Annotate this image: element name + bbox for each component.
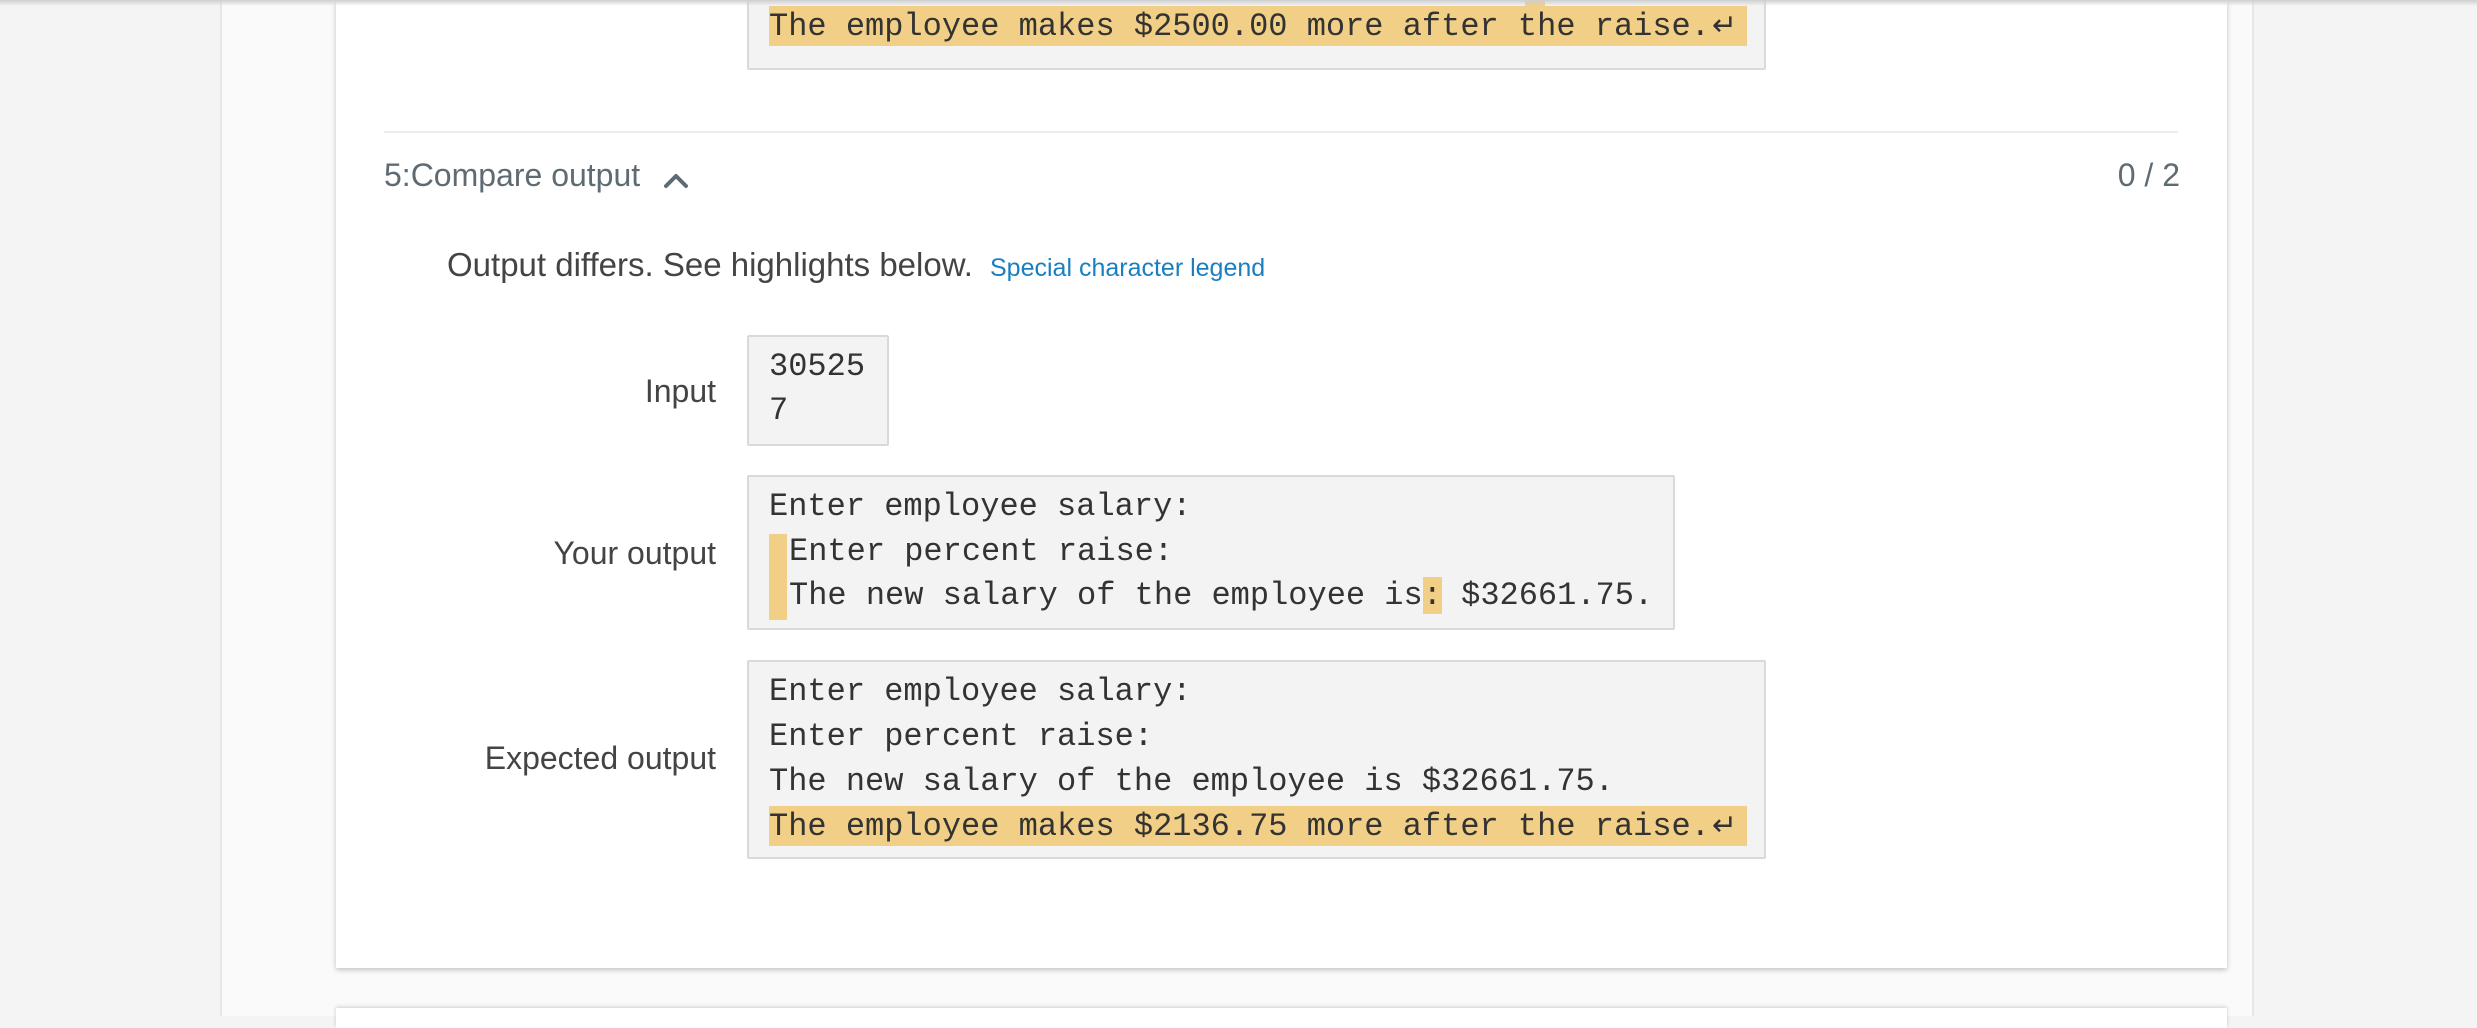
your-output-box: Enter employee salary: Enter percent rai… xyxy=(747,475,1675,630)
previous-expected-line: The employee makes $2500.00 more after t… xyxy=(769,6,1748,46)
leading-newline-highlight xyxy=(769,534,787,620)
your-output-text: $32661.75. xyxy=(1441,577,1654,614)
compare-output-toggle[interactable]: 5:Compare output xyxy=(384,154,689,196)
expected-output-missing-line: The employee makes $2136.75 more after t… xyxy=(769,806,1748,846)
your-output-text: The new salary of the employee is xyxy=(789,577,1423,614)
expected-output-label: Expected output xyxy=(484,740,716,776)
input-label: Input xyxy=(644,373,716,409)
your-output-line: The new salary of the employee is: $3266… xyxy=(789,576,1653,616)
your-output-line: Enter percent raise: xyxy=(789,533,1174,570)
input-box: 30525 7 xyxy=(747,335,889,446)
expected-output-box: Enter employee salary: Enter percent rai… xyxy=(747,660,1766,859)
section-divider xyxy=(384,131,2178,133)
output-differs-message: Output differs. See highlights below. xyxy=(447,246,973,283)
input-line: 7 xyxy=(769,392,789,429)
next-card xyxy=(336,1008,2227,1028)
newline-icon: ↵ xyxy=(1711,8,1738,43)
expected-output-line: Enter employee salary: xyxy=(769,673,1192,710)
top-shadow xyxy=(0,0,2477,6)
special-character-legend-link[interactable]: Special character legend xyxy=(990,250,1265,286)
your-output-line: Enter employee salary: xyxy=(769,488,1192,525)
expected-output-line: Enter percent raise: xyxy=(769,718,1154,755)
test-score: 0 / 2 xyxy=(2117,157,2180,193)
chevron-up-icon xyxy=(663,157,689,199)
previous-expected-output-box: The employee makes $2500.00 more after t… xyxy=(747,0,1766,70)
previous-expected-text: The employee makes $2500.00 more after t… xyxy=(769,8,1710,45)
expected-output-line: The new salary of the employee is $32661… xyxy=(769,763,1614,800)
newline-icon: ↵ xyxy=(1711,808,1738,843)
input-line: 30525 xyxy=(769,348,866,385)
your-output-label: Your output xyxy=(553,535,716,571)
diff-highlight: : xyxy=(1422,577,1442,614)
section-title: 5:Compare output xyxy=(384,157,641,193)
expected-output-text: The employee makes $2136.75 more after t… xyxy=(769,808,1710,845)
